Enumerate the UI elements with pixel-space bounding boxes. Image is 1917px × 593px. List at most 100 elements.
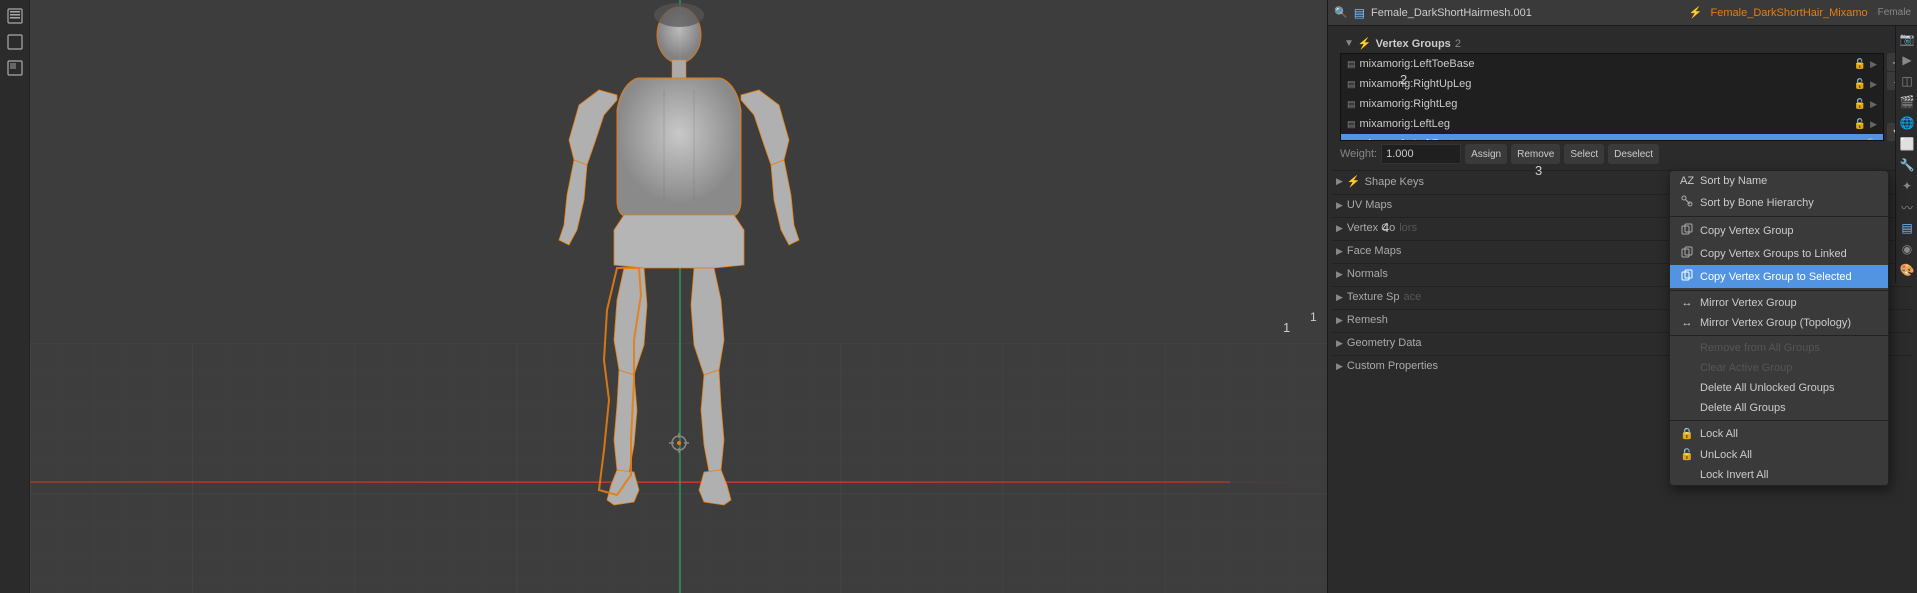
vgroup-item-4[interactable]: ▤ mixamorig:LeftFoot 🔓 [1341,134,1883,141]
select-button[interactable]: Select [1564,144,1604,164]
menu-divider-2 [1670,290,1888,291]
lock-all-label: Lock All [1700,428,1738,440]
normals-label: Normals [1347,268,1388,280]
menu-divider-1 [1670,216,1888,217]
menu-copy-vertex-groups-to-linked[interactable]: Copy Vertex Groups to Linked [1670,242,1888,265]
menu-delete-all-unlocked[interactable]: Delete All Unlocked Groups [1670,378,1888,398]
menu-clear-active: Clear Active Group [1670,358,1888,378]
render-properties-icon[interactable]: 📷 [1897,29,1917,49]
vertex-groups-section: ▼ ⚡ Vertex Groups 2 ▤ mixamorig:LeftToeB… [1332,30,1913,168]
vgroup-name-4: mixamorig:LeftFoot [1360,138,1861,141]
face-maps-arrow: ▶ [1336,246,1343,257]
az-sort-icon: AZ [1680,175,1694,187]
texture-space-arrow: ▶ [1336,292,1343,303]
sidebar-icon-1[interactable] [3,4,27,28]
menu-mirror-vertex-group[interactable]: ↔ Mirror Vertex Group [1670,293,1888,313]
menu-copy-vertex-group[interactable]: Copy Vertex Group [1670,219,1888,242]
vertex-group-list[interactable]: ▤ mixamorig:LeftToeBase 🔓 ▶ ▤ mixamorig:… [1340,53,1884,141]
menu-lock-all[interactable]: 🔒 Lock All [1670,423,1888,444]
delete-all-unlocked-label: Delete All Unlocked Groups [1700,382,1835,394]
vgroup-item-0[interactable]: ▤ mixamorig:LeftToeBase 🔓 ▶ [1341,54,1883,74]
bone-sort-icon [1680,195,1694,210]
panel-object-name: Female_DarkShortHair_Mixamo [1711,7,1868,19]
remesh-label: Remesh [1347,314,1388,326]
shape-keys-label: Shape Keys [1365,176,1424,188]
scene-properties-icon[interactable]: 🎬 [1897,92,1917,112]
vgroup-item-2[interactable]: ▤ mixamorig:RightLeg 🔓 ▶ [1341,94,1883,114]
view-layer-icon[interactable]: ◫ [1897,71,1917,91]
vertex-groups-context-menu: AZ Sort by Name Sort by Bone Hierarchy C… [1669,170,1889,486]
weight-label: Weight: [1340,148,1377,160]
vertex-colors-label-2: lors [1399,222,1417,234]
weight-row: Weight: Assign Remove Select Deselect [1340,144,1905,164]
vertex-groups-title: Vertex Groups [1376,38,1451,50]
unlock-icon: 🔓 [1680,448,1694,461]
menu-copy-vertex-group-to-selected[interactable]: Copy Vertex Group to Selected [1670,265,1888,288]
panel-header: 🔍 ▤ Female_DarkShortHairmesh.001 ⚡ Femal… [1328,0,1917,26]
particles-properties-icon[interactable]: ✦ [1897,176,1917,196]
copy-icon-2 [1680,246,1694,261]
uv-maps-label: UV Maps [1347,199,1392,211]
vgroup-icon-1: ▤ [1347,79,1356,90]
menu-remove-from-all: Remove from All Groups [1670,338,1888,358]
copy-to-selected-label: Copy Vertex Group to Selected [1700,271,1852,283]
object-data-properties-icon[interactable]: ▤ [1897,218,1917,238]
vgroup-lock-4: 🔓 [1865,139,1877,142]
3d-cursor[interactable] [669,433,689,453]
clear-active-label: Clear Active Group [1700,362,1792,374]
vgroup-item-1[interactable]: ▤ mixamorig:RightUpLeg 🔓 ▶ [1341,74,1883,94]
panel-object-data-name: Female_DarkShortHairmesh.001 [1371,7,1683,19]
mirror-vertex-group-label: Mirror Vertex Group [1700,297,1797,309]
menu-delete-all[interactable]: Delete All Groups [1670,398,1888,418]
vertex-groups-header[interactable]: ▼ ⚡ Vertex Groups 2 [1340,34,1905,53]
menu-divider-3 [1670,335,1888,336]
menu-sort-by-name[interactable]: AZ Sort by Name [1670,171,1888,191]
physics-properties-icon[interactable]: 〰 [1897,197,1917,217]
vgroup-arrow-2: ▶ [1870,99,1877,110]
viewport[interactable]: 1 [30,0,1327,593]
left-sidebar [0,0,30,593]
menu-sort-by-bone[interactable]: Sort by Bone Hierarchy [1670,191,1888,214]
sidebar-icon-3[interactable] [3,56,27,80]
vgroup-name-3: mixamorig:LeftLeg [1360,118,1850,130]
deselect-button[interactable]: Deselect [1608,144,1659,164]
panel-collection: Female [1878,7,1911,18]
remesh-arrow: ▶ [1336,315,1343,326]
character-model [469,0,889,580]
sidebar-icon-2[interactable] [3,30,27,54]
vg-list-container: ▤ mixamorig:LeftToeBase 🔓 ▶ ▤ mixamorig:… [1340,53,1905,141]
weight-input[interactable] [1381,144,1461,164]
modifier-properties-icon[interactable]: 🔧 [1897,155,1917,175]
copy-icon-1 [1680,223,1694,238]
sort-by-bone-label: Sort by Bone Hierarchy [1700,197,1814,209]
object-properties-icon[interactable]: ⬜ [1897,134,1917,154]
vgroup-item-3[interactable]: ▤ mixamorig:LeftLeg 🔓 ▶ [1341,114,1883,134]
properties-filter-icon: 🔍 [1334,6,1348,19]
copy-to-linked-label: Copy Vertex Groups to Linked [1700,248,1847,260]
remove-sel-button[interactable]: Remove [1511,144,1560,164]
mirror-topology-label: Mirror Vertex Group (Topology) [1700,317,1851,329]
uv-maps-arrow: ▶ [1336,200,1343,211]
menu-lock-invert[interactable]: Lock Invert All [1670,465,1888,485]
material-properties-icon[interactable]: ◉ [1897,239,1917,259]
vgroup-icon-3: ▤ [1347,119,1356,130]
vgroup-icon-0: ▤ [1347,59,1356,70]
menu-divider-4 [1670,420,1888,421]
menu-mirror-vertex-group-topology[interactable]: ↔ Mirror Vertex Group (Topology) [1670,313,1888,333]
vgroup-arrow-3: ▶ [1870,119,1877,130]
geometry-data-arrow: ▶ [1336,338,1343,349]
properties-icon-strip: 📷 ▶ ◫ 🎬 🌐 ⬜ 🔧 ✦ 〰 ▤ ◉ 🎨 [1895,26,1917,283]
shaderfx-properties-icon[interactable]: 🎨 [1897,260,1917,280]
vgroup-icon-4: ▤ [1347,139,1356,142]
custom-properties-arrow: ▶ [1336,361,1343,372]
vgroup-lock-3: 🔓 [1854,119,1866,130]
world-properties-icon[interactable]: 🌐 [1897,113,1917,133]
face-maps-label: Face Maps [1347,245,1401,257]
output-properties-icon[interactable]: ▶ [1897,50,1917,70]
shape-keys-icon: ⚡ [1347,175,1361,188]
assign-button[interactable]: Assign [1465,144,1507,164]
menu-unlock-all[interactable]: 🔓 UnLock All [1670,444,1888,465]
unlock-all-label: UnLock All [1700,449,1752,461]
mirror-topology-icon: ↔ [1680,317,1694,329]
vertex-colors-arrow: ▶ [1336,223,1343,234]
